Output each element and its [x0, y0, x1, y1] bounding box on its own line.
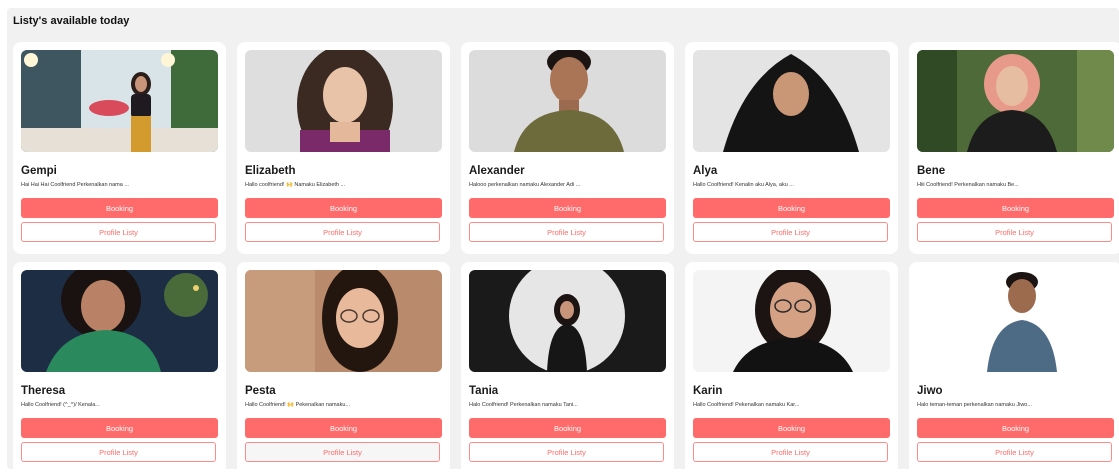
- listy-description: Hallo Coolfriend! Pekenalkan namaku Kar.…: [693, 402, 800, 408]
- listy-photo[interactable]: [469, 270, 666, 372]
- listy-photo[interactable]: [693, 270, 890, 372]
- profile-listy-button[interactable]: Profile Listy: [469, 222, 664, 242]
- listy-photo[interactable]: [21, 50, 218, 152]
- listy-description: Hallo Coolfriend! Kenalin aku Alya, aku …: [693, 182, 794, 188]
- listy-name: Tania: [469, 385, 499, 397]
- listy-photo[interactable]: [245, 270, 442, 372]
- listy-photo[interactable]: [917, 50, 1114, 152]
- listy-description: Hallo coolfriend! 🙌 Namaku Elizabeth ...: [245, 182, 346, 188]
- listy-name: Karin: [693, 385, 723, 397]
- profile-listy-button[interactable]: Profile Listy: [21, 222, 216, 242]
- listy-description: Halo teman-teman perkenalkan namaku Jiwo…: [917, 402, 1032, 408]
- listy-name: Alexander: [469, 165, 525, 177]
- listy-description: Hiii Coolfriend! Perkenalkan namaku Be..…: [917, 182, 1019, 188]
- booking-button[interactable]: Booking: [245, 418, 442, 438]
- listy-card[interactable]: Tania Halo Coolfriend! Perkenalkan namak…: [461, 262, 674, 474]
- listy-card[interactable]: Alya Hallo Coolfriend! Kenalin aku Alya,…: [685, 42, 898, 254]
- listy-description: Halooo perkenalkan namaku Alexander Adi …: [469, 182, 581, 188]
- listy-card[interactable]: Alexander Halooo perkenalkan namaku Alex…: [461, 42, 674, 254]
- listy-card[interactable]: Theresa Hallo Coolfriend! (^_^)/ Kenala.…: [13, 262, 226, 474]
- booking-button[interactable]: Booking: [693, 198, 890, 218]
- listy-card[interactable]: Karin Hallo Coolfriend! Pekenalkan namak…: [685, 262, 898, 474]
- booking-button[interactable]: Booking: [917, 418, 1114, 438]
- listy-name: Pesta: [245, 385, 276, 397]
- booking-button[interactable]: Booking: [917, 198, 1114, 218]
- profile-listy-button[interactable]: Profile Listy: [21, 442, 216, 462]
- listy-name: Jiwo: [917, 385, 943, 397]
- profile-listy-button[interactable]: Profile Listy: [245, 442, 440, 462]
- listy-photo[interactable]: [21, 270, 218, 372]
- listy-card[interactable]: Elizabeth Hallo coolfriend! 🙌 Namaku Eli…: [237, 42, 450, 254]
- listy-panel: Listy's available today Gempi Hai Hai Ha…: [7, 8, 1119, 474]
- booking-button[interactable]: Booking: [21, 198, 218, 218]
- profile-listy-button[interactable]: Profile Listy: [469, 442, 664, 462]
- listy-card[interactable]: Jiwo Halo teman-teman perkenalkan namaku…: [909, 262, 1119, 474]
- listy-name: Elizabeth: [245, 165, 296, 177]
- booking-button[interactable]: Booking: [245, 198, 442, 218]
- profile-listy-button[interactable]: Profile Listy: [693, 442, 888, 462]
- listy-name: Alya: [693, 165, 718, 177]
- booking-button[interactable]: Booking: [469, 418, 666, 438]
- profile-listy-button[interactable]: Profile Listy: [917, 222, 1112, 242]
- listy-description: Hai Hai Hai Coolfriend Perkenalkan nama …: [21, 182, 129, 188]
- listy-card[interactable]: Bene Hiii Coolfriend! Perkenalkan namaku…: [909, 42, 1119, 254]
- profile-listy-button[interactable]: Profile Listy: [245, 222, 440, 242]
- listy-card[interactable]: Pesta Hallo Coolfriend! 🙌 Pekenalkan nam…: [237, 262, 450, 474]
- booking-button[interactable]: Booking: [21, 418, 218, 438]
- listy-card[interactable]: Gempi Hai Hai Hai Coolfriend Perkenalkan…: [13, 42, 226, 254]
- listy-photo[interactable]: [469, 50, 666, 152]
- listy-name: Theresa: [21, 385, 66, 397]
- booking-button[interactable]: Booking: [469, 198, 666, 218]
- listy-photo[interactable]: [693, 50, 890, 152]
- section-title: Listy's available today: [13, 15, 130, 27]
- profile-listy-button[interactable]: Profile Listy: [917, 442, 1112, 462]
- booking-button[interactable]: Booking: [693, 418, 890, 438]
- profile-listy-button[interactable]: Profile Listy: [693, 222, 888, 242]
- listy-photo[interactable]: [917, 270, 1114, 372]
- listy-description: Hallo Coolfriend! 🙌 Pekenalkan namaku...: [245, 402, 350, 408]
- listy-name: Bene: [917, 165, 946, 177]
- listy-name: Gempi: [21, 165, 57, 177]
- listy-photo[interactable]: [245, 50, 442, 152]
- listy-description: Halo Coolfriend! Perkenalkan namaku Tani…: [469, 402, 578, 408]
- listy-description: Hallo Coolfriend! (^_^)/ Kenala...: [21, 402, 100, 408]
